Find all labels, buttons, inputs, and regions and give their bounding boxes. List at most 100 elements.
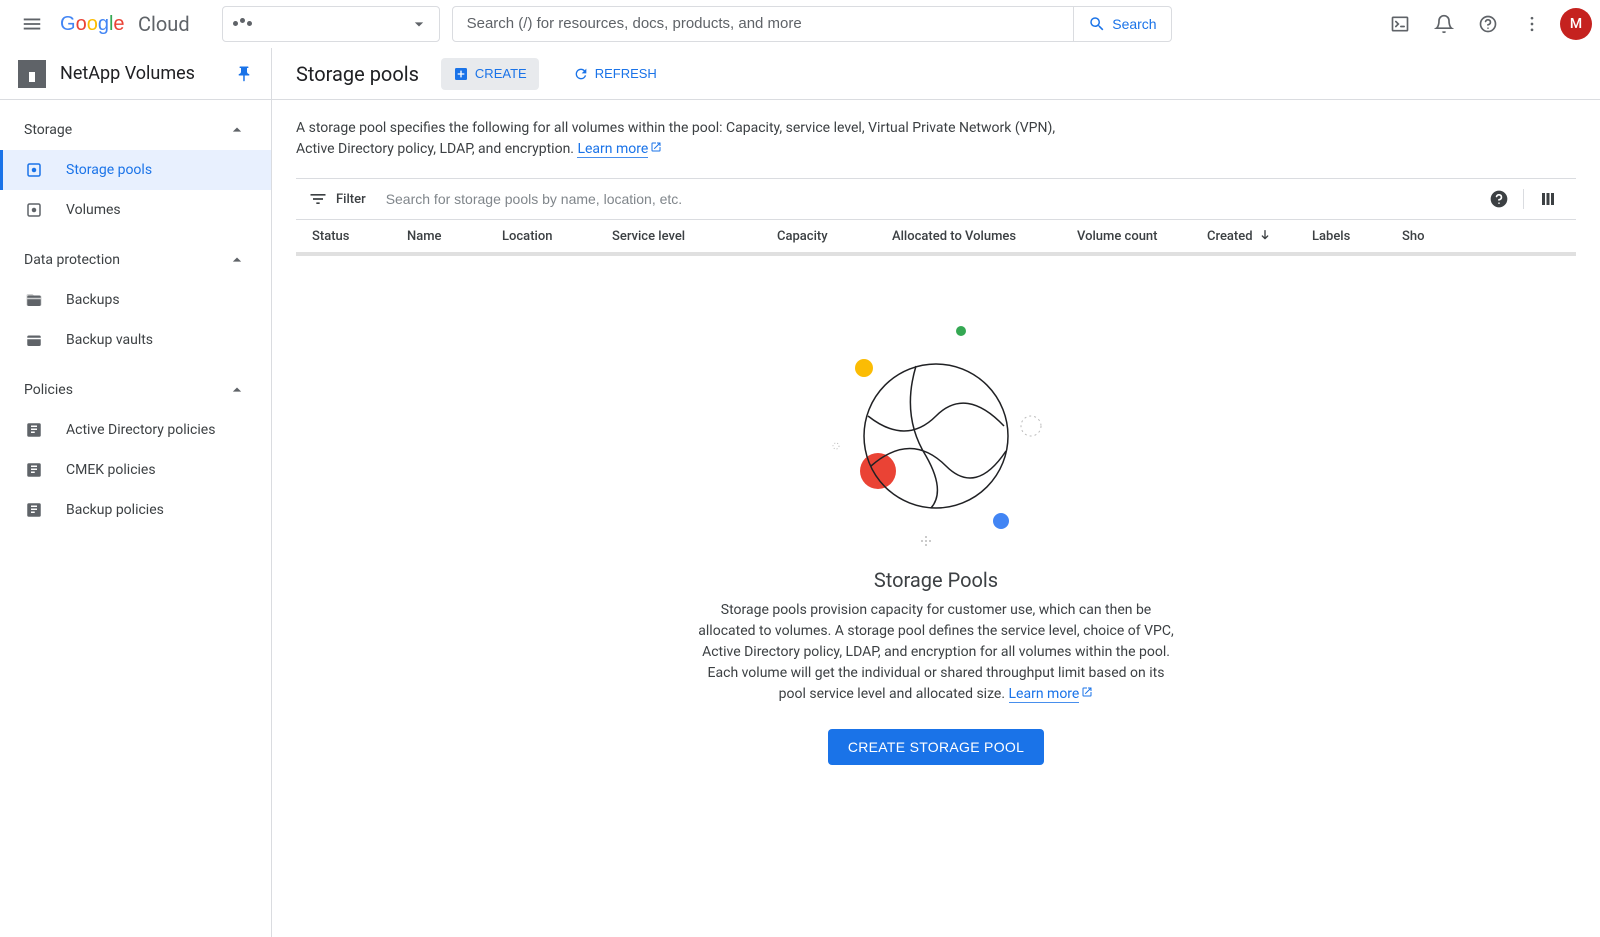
nav-menu-button[interactable] [8, 0, 56, 48]
search-input[interactable] [467, 15, 1060, 32]
th-capacity[interactable]: Capacity [761, 229, 876, 244]
table-header-row: Status Name Location Service level Capac… [296, 220, 1576, 256]
policy-icon [24, 460, 44, 480]
create-button-label: CREATE [475, 66, 527, 81]
search-box[interactable] [452, 6, 1075, 42]
netapp-product-icon [18, 60, 46, 88]
filter-input[interactable] [378, 191, 1479, 207]
table-wrapper: Status Name Location Service level Capac… [296, 220, 1576, 256]
content: Storage pools CREATE REFRESH A storage p… [272, 48, 1600, 937]
cloud-shell-button[interactable] [1380, 4, 1420, 44]
plus-icon [453, 66, 469, 82]
th-volume-count[interactable]: Volume count [1061, 229, 1191, 244]
policy-icon [24, 500, 44, 520]
chevron-up-icon [227, 380, 247, 400]
th-status[interactable]: Status [296, 229, 391, 244]
th-created[interactable]: Created [1191, 228, 1296, 244]
empty-learn-more-link[interactable]: Learn more [1009, 686, 1080, 703]
sidebar-item-storage-pools[interactable]: Storage pools [0, 150, 271, 190]
filter-actions [1479, 179, 1576, 219]
th-shortcuts[interactable]: Sho [1386, 229, 1446, 244]
nav-section-label: Storage [24, 122, 72, 138]
nav-item-label: Active Directory policies [66, 422, 215, 438]
content-header: Storage pools CREATE REFRESH [272, 48, 1600, 100]
help-icon [1478, 14, 1498, 34]
th-location[interactable]: Location [486, 229, 596, 244]
more-button[interactable] [1512, 4, 1552, 44]
column-display-button[interactable] [1528, 179, 1568, 219]
arrow-down-icon [1257, 228, 1273, 244]
project-selector[interactable] [222, 6, 440, 42]
empty-state-title: Storage Pools [874, 568, 998, 592]
chevron-up-icon [227, 120, 247, 140]
empty-illustration [816, 316, 1056, 556]
filter-help-button[interactable] [1479, 179, 1519, 219]
sidebar-item-volumes[interactable]: Volumes [0, 190, 271, 230]
nav-item-label: Volumes [66, 202, 121, 218]
nav-section-data-protection[interactable]: Data protection [0, 240, 271, 280]
external-link-icon [650, 141, 662, 157]
page-description: A storage pool specifies the following f… [272, 100, 1092, 160]
create-button[interactable]: CREATE [441, 58, 539, 90]
refresh-icon [573, 66, 589, 82]
sidebar-item-backup-vaults[interactable]: Backup vaults [0, 320, 271, 360]
page-title: Storage pools [296, 62, 419, 86]
backup-icon [24, 330, 44, 350]
storage-icon [24, 200, 44, 220]
divider [1523, 189, 1524, 209]
project-icon [233, 21, 252, 26]
refresh-button[interactable]: REFRESH [561, 58, 669, 90]
chevron-up-icon [227, 250, 247, 270]
nav-item-label: Backup vaults [66, 332, 153, 348]
sidebar-item-ad-policies[interactable]: Active Directory policies [0, 410, 271, 450]
nav-section-label: Data protection [24, 252, 120, 268]
product-name: NetApp Volumes [60, 63, 221, 84]
policy-icon [24, 420, 44, 440]
sidebar-item-cmek-policies[interactable]: CMEK policies [0, 450, 271, 490]
help-button[interactable] [1468, 4, 1508, 44]
refresh-button-label: REFRESH [595, 66, 657, 81]
search-container: Search [452, 6, 1172, 42]
empty-learn-more-text: Learn more [1009, 686, 1080, 702]
filter-icon [308, 189, 328, 209]
nav-item-label: Storage pools [66, 162, 152, 178]
sidebar-item-backup-policies[interactable]: Backup policies [0, 490, 271, 530]
bell-icon [1434, 14, 1454, 34]
sidebar: NetApp Volumes Storage Storage pools Vol… [0, 48, 272, 937]
nav-section-storage[interactable]: Storage [0, 110, 271, 150]
help-filled-icon [1489, 189, 1509, 209]
create-storage-pool-button[interactable]: CREATE STORAGE POOL [828, 729, 1044, 765]
backup-icon [24, 290, 44, 310]
svg-text:Google: Google [60, 13, 125, 35]
cloud-shell-icon [1390, 14, 1410, 34]
search-button[interactable]: Search [1074, 6, 1171, 42]
columns-icon [1539, 190, 1557, 208]
search-button-label: Search [1112, 16, 1156, 32]
sidebar-item-backups[interactable]: Backups [0, 280, 271, 320]
empty-desc-text: Storage pools provision capacity for cus… [698, 602, 1173, 702]
hamburger-icon [21, 13, 43, 35]
notifications-button[interactable] [1424, 4, 1464, 44]
nav-section-label: Policies [24, 382, 73, 398]
account-avatar[interactable]: M [1560, 8, 1592, 40]
learn-more-link[interactable]: Learn more [577, 141, 648, 158]
description-text: A storage pool specifies the following f… [296, 120, 1055, 157]
header-icons: M [1368, 4, 1592, 44]
sidebar-header: NetApp Volumes [0, 48, 271, 100]
dropdown-icon [409, 14, 429, 34]
th-service-level[interactable]: Service level [596, 229, 761, 244]
google-cloud-logo[interactable]: Google Cloud [60, 12, 190, 36]
nav-section-policies[interactable]: Policies [0, 370, 271, 410]
empty-state-description: Storage pools provision capacity for cus… [696, 600, 1176, 705]
top-header: Google Cloud Search M [0, 0, 1600, 48]
nav-item-label: Backup policies [66, 502, 164, 518]
th-name[interactable]: Name [391, 229, 486, 244]
filter-label-wrap: Filter [296, 189, 378, 209]
pin-button[interactable] [235, 65, 253, 83]
pin-icon [235, 65, 253, 83]
filter-label: Filter [336, 192, 366, 207]
th-allocated[interactable]: Allocated to Volumes [876, 229, 1061, 244]
search-icon [1088, 15, 1106, 33]
th-created-label: Created [1207, 229, 1253, 244]
th-labels[interactable]: Labels [1296, 229, 1386, 244]
